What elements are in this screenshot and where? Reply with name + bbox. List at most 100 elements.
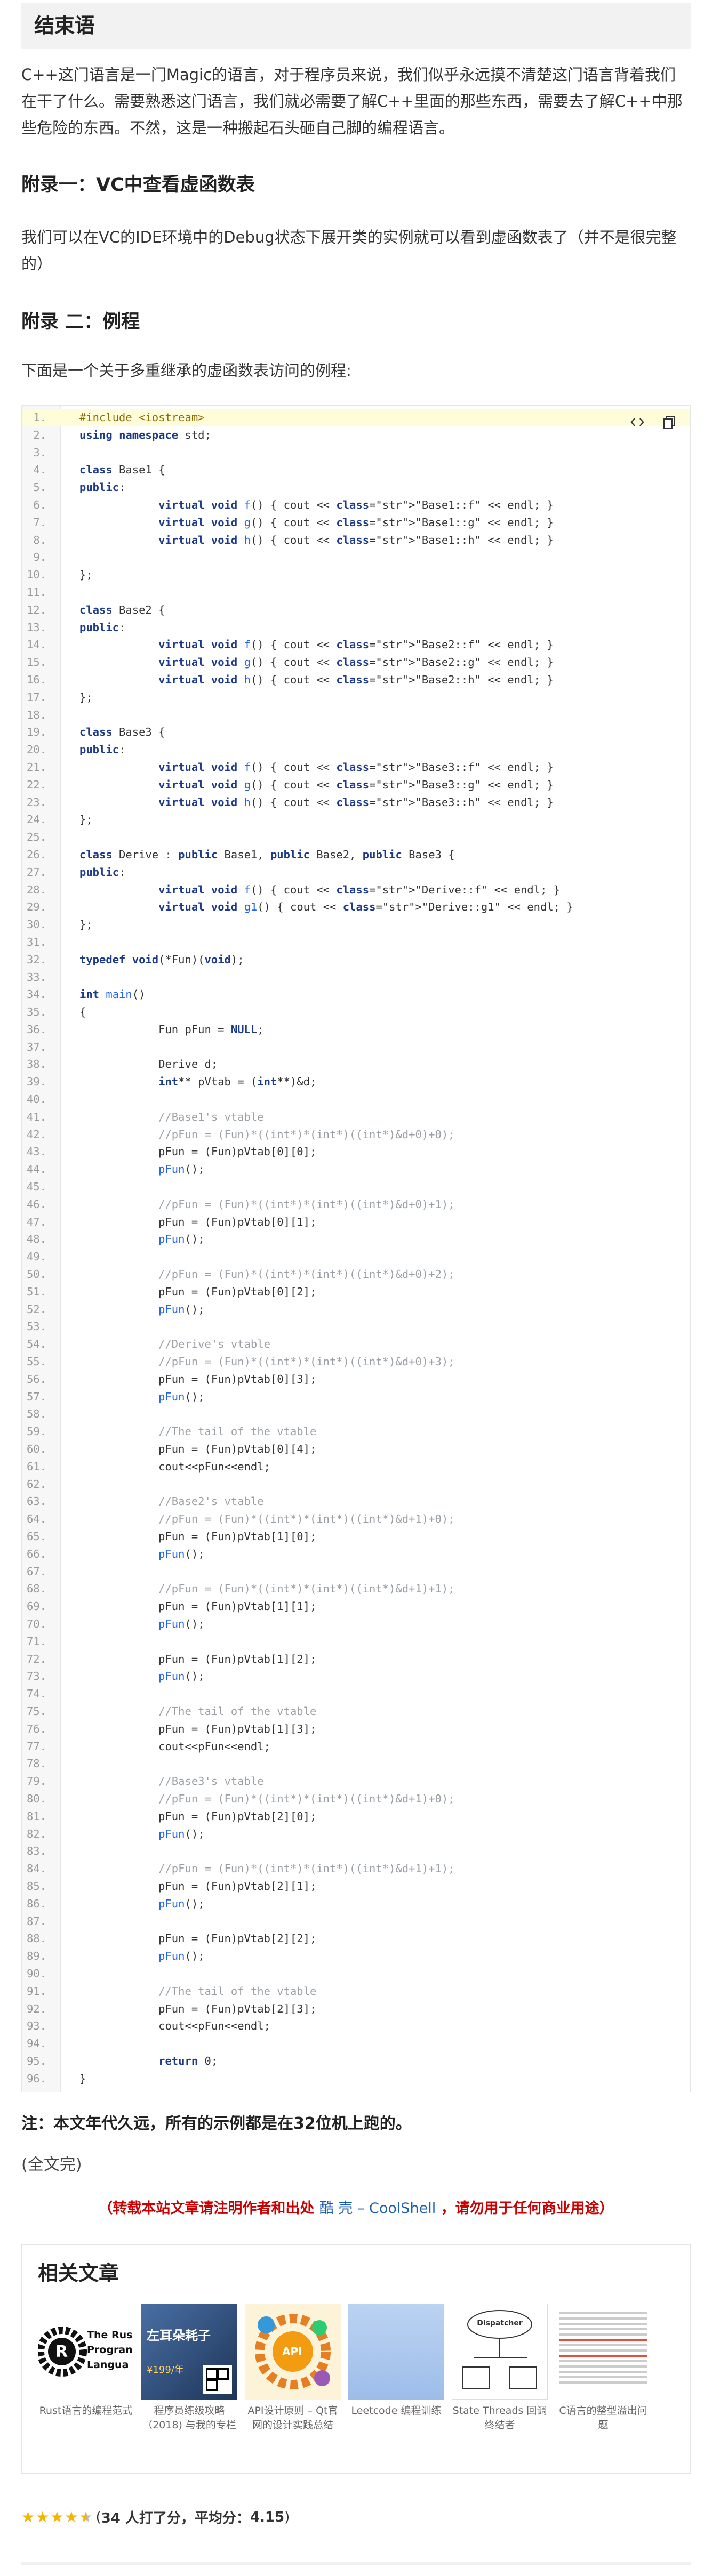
related-card-rust[interactable]: R The Rus Progran Langua Rust语言的编程范式 bbox=[38, 2304, 134, 2433]
related-card-int-overflow[interactable]: C语言的整型溢出问题 bbox=[555, 2304, 651, 2433]
svg-text:R: R bbox=[55, 2342, 68, 2361]
code-line: 28. virtual void f() { cout << class="st… bbox=[22, 881, 690, 899]
line-number: 14. bbox=[26, 638, 46, 651]
line-number: 87. bbox=[26, 1914, 46, 1928]
code-toolbar bbox=[628, 413, 678, 431]
related-card-api[interactable]: API API设计原则 – Qt官网的设计实践总结 bbox=[245, 2304, 341, 2433]
rating-count: 34 人打了分，平均分： bbox=[101, 2510, 250, 2526]
code-line: 48. pFun(); bbox=[22, 1230, 690, 1248]
code-text: //Base1's vtable bbox=[158, 1110, 264, 1123]
code-text: virtual void g1() { cout << class="str">… bbox=[158, 900, 573, 914]
related-label: State Threads 回调终结者 bbox=[452, 2405, 547, 2431]
related-label: 程序员练级攻略（2018) 与我的专栏 bbox=[142, 2405, 236, 2431]
line-number: 77. bbox=[26, 1740, 46, 1753]
related-label: C语言的整型溢出问题 bbox=[559, 2405, 647, 2431]
code-text: pFun = (Fun)pVtab[2][1]; bbox=[79, 1879, 317, 1893]
code-line: 87. bbox=[22, 1913, 690, 1930]
code-text: virtual void g() { cout << class="str">"… bbox=[158, 778, 554, 791]
code-line: 70. pFun(); bbox=[22, 1615, 690, 1633]
line-number: 42. bbox=[26, 1128, 46, 1141]
code-line: 9. bbox=[22, 549, 690, 566]
star-icon[interactable]: ★ bbox=[65, 2509, 78, 2525]
code-text: //Base2's vtable bbox=[158, 1495, 264, 1508]
star-icon[interactable]: ★ bbox=[50, 2509, 63, 2525]
code-line: 46. //pFun = (Fun)*((int*)*(int*)((int*)… bbox=[22, 1196, 690, 1213]
repost-prefix: （转载本站文章请注明作者和出处 bbox=[98, 2200, 319, 2217]
related-card-practice[interactable]: 左耳朵耗子 ¥199/年 程序员练级攻略（2018) 与我的专栏 bbox=[141, 2304, 237, 2433]
code-text: virtual void h() { cout << class="str">"… bbox=[158, 673, 554, 686]
code-text: cout<<pFun<<endl; bbox=[79, 1740, 270, 1753]
code-text: pFun(); bbox=[158, 1390, 205, 1403]
view-source-icon[interactable] bbox=[628, 413, 646, 431]
line-number: 44. bbox=[26, 1163, 46, 1176]
code-text: //pFun = (Fun)*((int*)*(int*)((int*)&d+1… bbox=[158, 1792, 455, 1805]
related-card-leetcode[interactable]: Leetcode 编程训练 bbox=[348, 2304, 444, 2433]
related-card-state-threads[interactable]: Dispatcher State Threads 回调终结者 bbox=[452, 2304, 548, 2433]
line-number: 65. bbox=[26, 1530, 46, 1543]
code-line: 15. virtual void g() { cout << class="st… bbox=[22, 654, 690, 671]
rating-suffix: ) bbox=[284, 2509, 290, 2525]
star-icon[interactable]: ★ bbox=[21, 2509, 35, 2525]
line-number: 81. bbox=[26, 1809, 46, 1823]
line-number: 58. bbox=[26, 1407, 46, 1421]
code-line: 10.}; bbox=[22, 566, 690, 584]
code-line: 79. //Base3's vtable bbox=[22, 1773, 690, 1790]
appendix-1-heading: 附录一：VC中查看虚函数表 bbox=[21, 174, 255, 196]
code-line: 43. pFun = (Fun)pVtab[0][0]; bbox=[22, 1143, 690, 1161]
code-line: 41. //Base1's vtable bbox=[22, 1108, 690, 1126]
star-half-icon[interactable]: ★ bbox=[79, 2509, 92, 2525]
code-line: 18. bbox=[22, 706, 690, 724]
line-number: 84. bbox=[26, 1862, 46, 1875]
appendix-1-paragraph: 我们可以在VC的IDE环境中的Debug状态下展开类的实例就可以看到虚函数表了（… bbox=[21, 228, 677, 273]
code-text: pFun = (Fun)pVtab[1][1]; bbox=[79, 1600, 317, 1613]
copy-icon[interactable] bbox=[660, 413, 678, 431]
code-line: 44. pFun(); bbox=[22, 1161, 690, 1178]
code-line: 83. bbox=[22, 1842, 690, 1860]
star-icon[interactable]: ★ bbox=[36, 2509, 49, 2525]
rating-score: 4.15 bbox=[250, 2509, 285, 2525]
api-thumbnail: API bbox=[245, 2304, 341, 2400]
line-number: 37. bbox=[26, 1040, 46, 1053]
line-number: 9. bbox=[33, 551, 46, 564]
line-number: 39. bbox=[26, 1075, 46, 1089]
code-line: 52. pFun(); bbox=[22, 1301, 690, 1318]
practice-thumb-price: ¥199/年 bbox=[147, 2364, 184, 2376]
code-text: pFun = (Fun)pVtab[2][0]; bbox=[79, 1809, 317, 1823]
code-line: 39. int** pVtab = (int**)&d; bbox=[22, 1073, 690, 1091]
line-number: 59. bbox=[26, 1425, 46, 1438]
line-number: 13. bbox=[26, 621, 46, 634]
code-line: 33. bbox=[22, 969, 690, 986]
related-label: API设计原则 – Qt官网的设计实践总结 bbox=[247, 2405, 338, 2431]
code-text: //The tail of the vtable bbox=[158, 1425, 317, 1438]
code-line: 31. bbox=[22, 933, 690, 951]
code-line: 7. virtual void g() { cout << class="str… bbox=[22, 514, 690, 532]
code-text: class Base2 { bbox=[79, 603, 165, 616]
code-line: 25. bbox=[22, 828, 690, 846]
line-number: 29. bbox=[26, 900, 46, 914]
line-number: 38. bbox=[26, 1058, 46, 1071]
code-line: 42. //pFun = (Fun)*((int*)*(int*)((int*)… bbox=[22, 1126, 690, 1144]
code-text: public: bbox=[79, 865, 126, 879]
related-title: 相关文章 bbox=[38, 2261, 119, 2285]
end-marker: (全文完) bbox=[21, 2155, 82, 2174]
line-number: 27. bbox=[26, 865, 46, 879]
code-line: 30.}; bbox=[22, 916, 690, 933]
code-line: 94. bbox=[22, 2035, 690, 2052]
repost-suffix: ，请勿用于任何商业用途） bbox=[436, 2200, 614, 2217]
code-line: 13. public: bbox=[22, 619, 690, 637]
code-line: 77. cout<<pFun<<endl; bbox=[22, 1738, 690, 1756]
code-line: 24.}; bbox=[22, 811, 690, 828]
code-text: //pFun = (Fun)*((int*)*(int*)((int*)&d+0… bbox=[158, 1128, 455, 1141]
related-cards: R The Rus Progran Langua Rust语言的编程范式 左耳朵… bbox=[38, 2304, 651, 2433]
code-text: }; bbox=[79, 813, 93, 826]
code-line: 81. pFun = (Fun)pVtab[2][0]; bbox=[22, 1808, 690, 1825]
code-line: 86. pFun(); bbox=[22, 1895, 690, 1913]
line-number: 91. bbox=[26, 1984, 46, 1998]
code-line: 88. pFun = (Fun)pVtab[2][2]; bbox=[22, 1930, 690, 1947]
code-line: 23. virtual void h() { cout << class="st… bbox=[22, 794, 690, 811]
rating-stars[interactable]: ★ ★ ★ ★ ★ bbox=[21, 2509, 93, 2525]
code-line: 47. pFun = (Fun)pVtab[0][1]; bbox=[22, 1213, 690, 1231]
line-number: 3. bbox=[33, 446, 46, 459]
coolshell-link[interactable]: 酷 壳 – CoolShell bbox=[319, 2200, 436, 2217]
code-line: 34. int main() bbox=[22, 986, 690, 1003]
